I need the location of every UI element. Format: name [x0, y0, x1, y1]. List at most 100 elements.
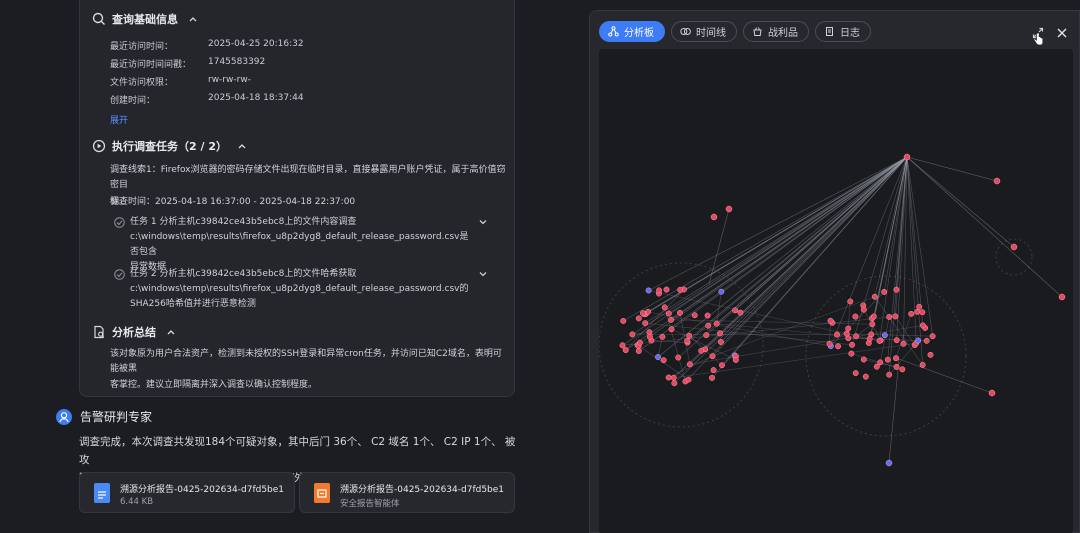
- graph-node[interactable]: [860, 356, 867, 363]
- graph-node[interactable]: [919, 309, 926, 316]
- graph-node[interactable]: [691, 312, 698, 319]
- analysis-header[interactable]: 分析总结: [92, 324, 176, 340]
- chevron-up-icon[interactable]: [166, 327, 176, 337]
- graph-node[interactable]: [622, 347, 629, 354]
- tab-loot[interactable]: 战利品: [743, 21, 809, 42]
- graph-node[interactable]: [893, 337, 900, 344]
- graph-node[interactable]: [916, 303, 923, 310]
- relationship-graph[interactable]: [599, 49, 1073, 533]
- file-card[interactable]: 溯源分析报告-0425-202634-d7fd5be1 安全报告智能体: [299, 472, 515, 513]
- graph-node[interactable]: [686, 332, 693, 339]
- graph-node[interactable]: [886, 371, 893, 378]
- graph-node[interactable]: [1058, 293, 1066, 301]
- graph-node[interactable]: [871, 293, 878, 300]
- expand-link[interactable]: 展开: [110, 113, 128, 126]
- graph-node[interactable]: [677, 309, 683, 316]
- graph-node[interactable]: [717, 330, 723, 337]
- graph-node[interactable]: [886, 314, 893, 320]
- graph-node[interactable]: [899, 366, 906, 373]
- graph-node[interactable]: [1010, 243, 1018, 251]
- graph-node[interactable]: [881, 332, 888, 339]
- graph-node[interactable]: [636, 339, 643, 346]
- graph-node[interactable]: [668, 316, 675, 323]
- graph-node[interactable]: [884, 356, 891, 363]
- graph-node[interactable]: [923, 337, 930, 344]
- graph-node[interactable]: [892, 313, 899, 320]
- graph-node[interactable]: [660, 357, 667, 364]
- graph-node[interactable]: [914, 308, 921, 315]
- tasks-header[interactable]: 执行调查任务（2 / 2）: [92, 138, 247, 154]
- graph-node[interactable]: [645, 287, 652, 294]
- graph-node[interactable]: [710, 213, 718, 221]
- graph-node[interactable]: [876, 337, 883, 344]
- task-item[interactable]: 任务 2 分析主机c39842ce43b5ebc8上的文件哈希获取 c:\win…: [114, 267, 494, 313]
- graph-node[interactable]: [665, 374, 672, 381]
- graph-node[interactable]: [869, 321, 876, 328]
- graph-node[interactable]: [663, 286, 670, 293]
- graph-node[interactable]: [877, 359, 884, 366]
- close-icon[interactable]: [1055, 25, 1069, 39]
- graph-node[interactable]: [635, 348, 642, 354]
- graph-node[interactable]: [908, 310, 915, 317]
- graph-node[interactable]: [852, 313, 859, 320]
- graph-node[interactable]: [919, 322, 926, 329]
- chevron-down-icon[interactable]: [478, 269, 488, 279]
- graph-node[interactable]: [671, 380, 678, 387]
- graph-node[interactable]: [827, 317, 834, 324]
- graph-node[interactable]: [642, 320, 649, 327]
- graph-node[interactable]: [713, 320, 720, 327]
- graph-node[interactable]: [640, 310, 646, 317]
- graph-node[interactable]: [862, 373, 869, 380]
- graph-node[interactable]: [849, 341, 856, 348]
- graph-node[interactable]: [893, 363, 900, 370]
- graph-node[interactable]: [675, 354, 682, 361]
- graph-node[interactable]: [709, 353, 716, 360]
- chevron-up-icon[interactable]: [237, 141, 247, 151]
- graph-node[interactable]: [852, 370, 859, 377]
- graph-node[interactable]: [719, 362, 725, 369]
- graph-node[interactable]: [661, 304, 668, 311]
- chevron-up-icon[interactable]: [188, 14, 198, 24]
- graph-node[interactable]: [893, 286, 900, 293]
- graph-node[interactable]: [835, 343, 842, 350]
- graph-node[interactable]: [903, 153, 911, 161]
- graph-node[interactable]: [881, 288, 888, 295]
- tab-timeline[interactable]: 时间线: [671, 21, 737, 42]
- graph-node[interactable]: [684, 337, 691, 344]
- basic-info-header[interactable]: 查询基础信息: [92, 11, 198, 27]
- graph-node[interactable]: [670, 374, 677, 381]
- graph-node[interactable]: [703, 332, 710, 339]
- graph-node[interactable]: [900, 340, 907, 347]
- graph-node[interactable]: [698, 347, 705, 354]
- graph-node[interactable]: [927, 351, 934, 358]
- task-item[interactable]: 任务 1 分析主机c39842ce43b5ebc8上的文件内容调查 c:\win…: [114, 215, 494, 272]
- graph-node[interactable]: [847, 298, 854, 305]
- graph-node[interactable]: [866, 335, 873, 342]
- graph-node[interactable]: [834, 331, 841, 338]
- graph-node[interactable]: [893, 355, 899, 362]
- graph-node[interactable]: [919, 362, 926, 368]
- graph-node[interactable]: [665, 310, 672, 317]
- graph-node[interactable]: [629, 331, 636, 338]
- graph-node[interactable]: [659, 333, 666, 340]
- graph-node[interactable]: [929, 333, 936, 340]
- graph-node[interactable]: [737, 309, 744, 316]
- graph-node[interactable]: [732, 356, 739, 363]
- tab-log[interactable]: 日志: [815, 21, 871, 42]
- graph-node[interactable]: [725, 205, 733, 213]
- graph-node[interactable]: [635, 315, 642, 322]
- graph-node[interactable]: [843, 330, 850, 337]
- tab-analysis-board[interactable]: 分析板: [599, 21, 665, 42]
- graph-node[interactable]: [845, 325, 852, 332]
- graph-node[interactable]: [732, 307, 739, 314]
- file-card[interactable]: 溯源分析报告-0425-202634-d7fd5be1 6.44 KB: [79, 472, 295, 513]
- graph-node[interactable]: [915, 337, 922, 344]
- graph-node[interactable]: [993, 177, 1001, 185]
- graph-node[interactable]: [848, 350, 855, 357]
- graph-node[interactable]: [686, 361, 693, 368]
- chevron-down-icon[interactable]: [478, 217, 488, 227]
- graph-node[interactable]: [709, 374, 715, 381]
- graph-node[interactable]: [826, 340, 833, 347]
- graph-node[interactable]: [619, 342, 626, 349]
- graph-canvas[interactable]: [599, 49, 1073, 533]
